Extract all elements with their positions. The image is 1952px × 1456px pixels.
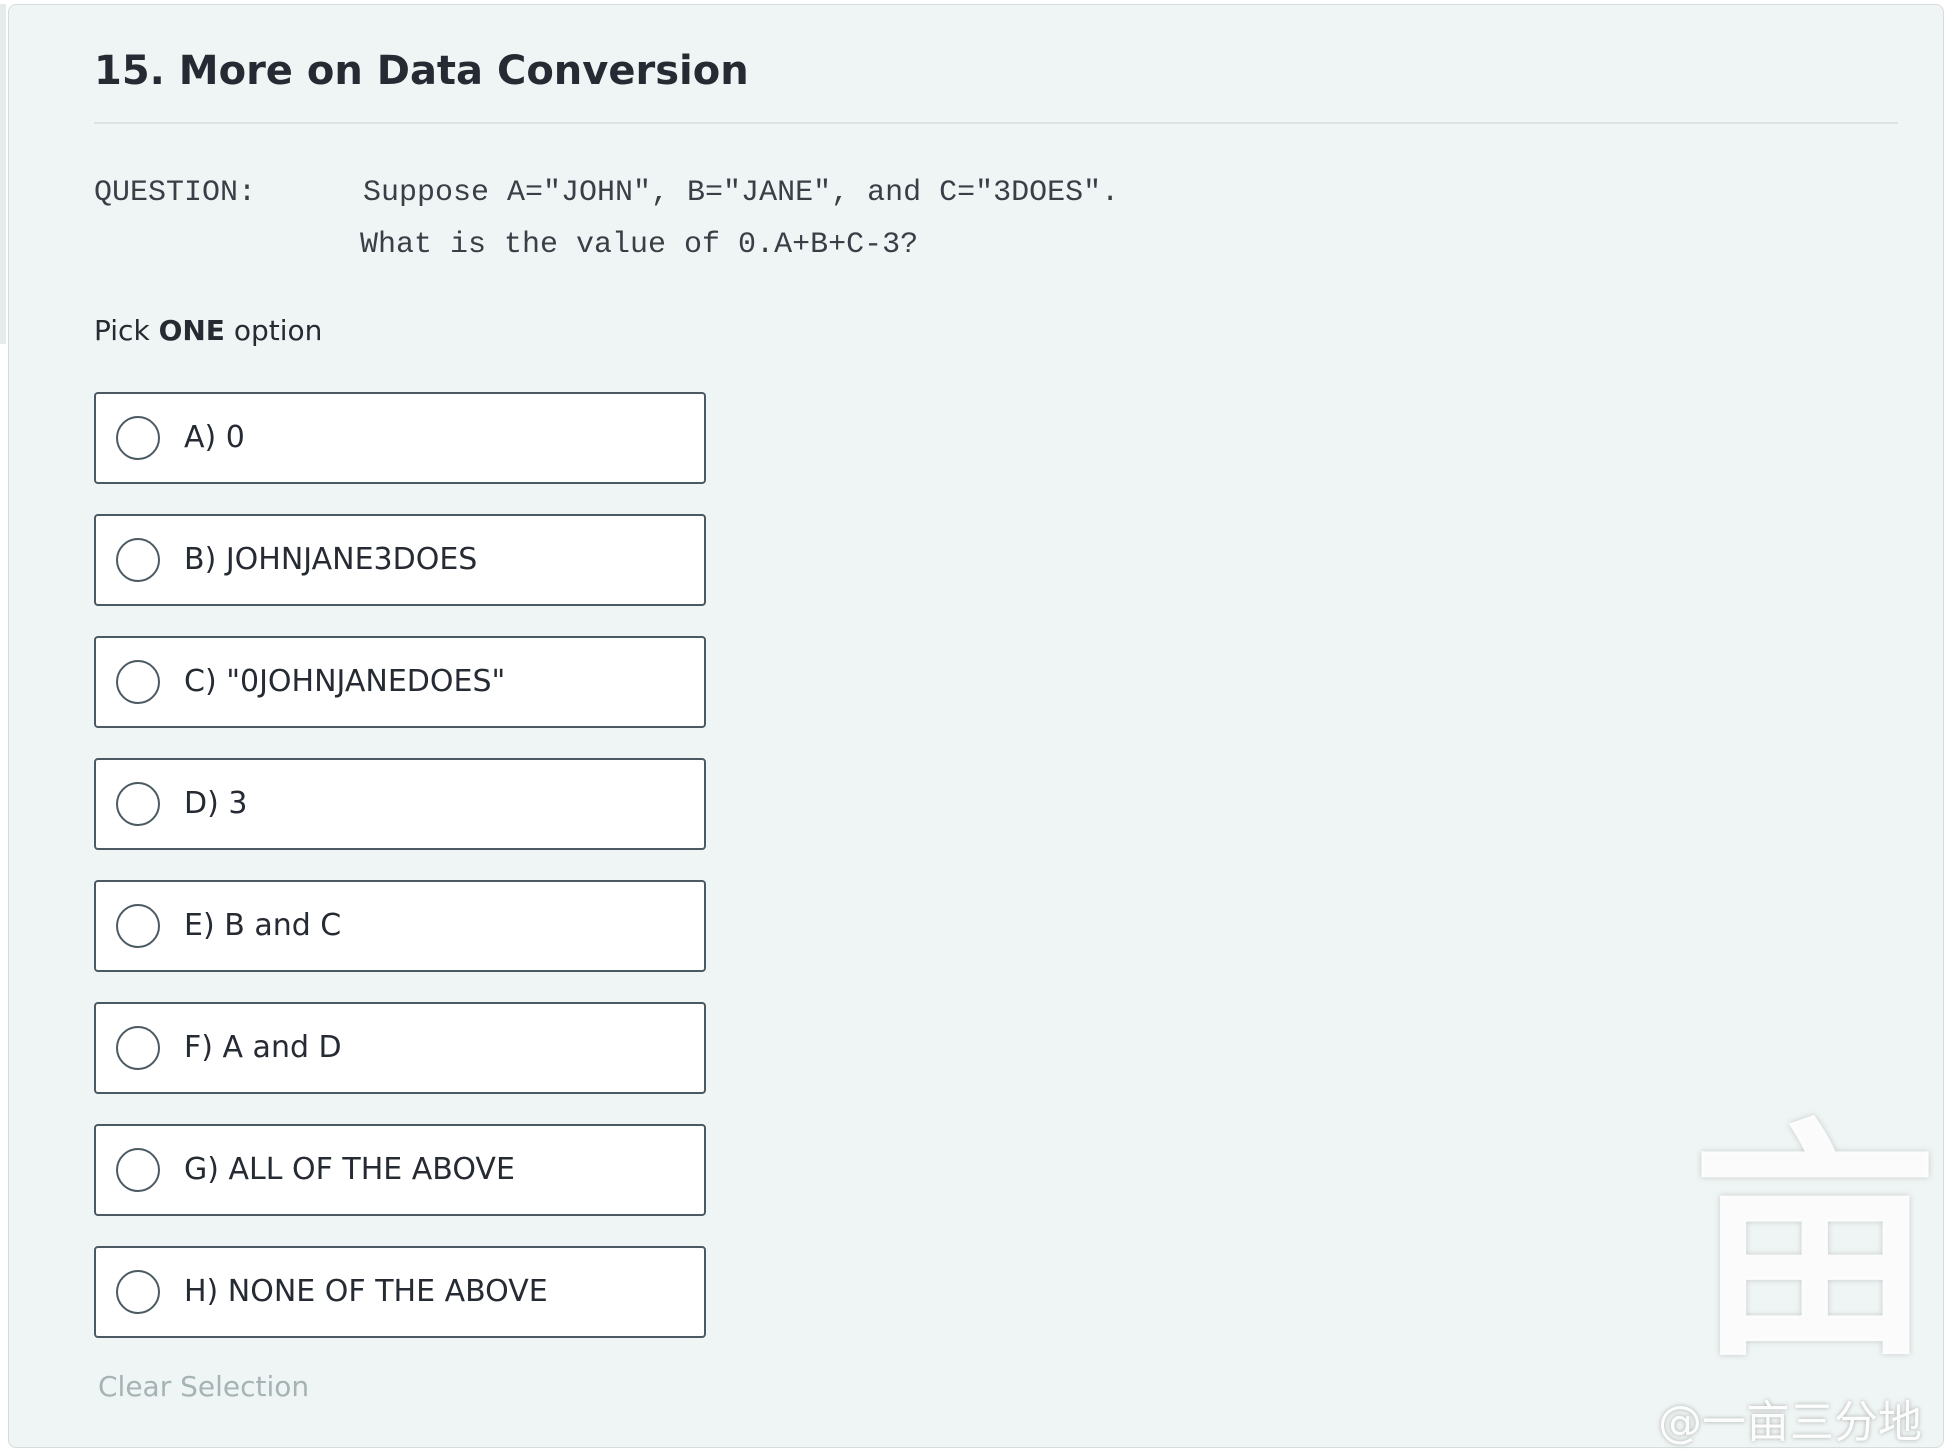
option-b-label: B) JOHNJANE3DOES — [184, 542, 478, 577]
option-a[interactable]: A) 0 — [94, 392, 706, 484]
watermark-text: @一亩三分地 — [1658, 1397, 1922, 1448]
question-text-line-1: Suppose A="JOHN", B="JANE", and C="3DOES… — [363, 176, 1120, 210]
radio-button-d[interactable] — [116, 782, 160, 826]
radio-button-g[interactable] — [116, 1148, 160, 1192]
radio-button-c[interactable] — [116, 660, 160, 704]
option-f[interactable]: F) A and D — [94, 1002, 706, 1094]
option-g[interactable]: G) ALL OF THE ABOVE — [94, 1124, 706, 1216]
radio-button-b[interactable] — [116, 538, 160, 582]
watermark: 亩 @一亩三分地 — [1650, 1120, 1950, 1456]
option-f-label: F) A and D — [184, 1030, 342, 1065]
option-e-label: E) B and C — [184, 908, 342, 943]
question-title: 15. More on Data Conversion — [94, 48, 749, 94]
title-divider — [94, 122, 1898, 124]
option-e[interactable]: E) B and C — [94, 880, 706, 972]
options-list: A) 0 B) JOHNJANE3DOES C) "0JOHNJANEDOES"… — [94, 392, 706, 1368]
left-edge-strip — [0, 4, 6, 344]
option-h-label: H) NONE OF THE ABOVE — [184, 1274, 548, 1309]
option-d-label: D) 3 — [184, 786, 248, 821]
instructions-suffix: option — [224, 314, 323, 347]
instructions-prefix: Pick — [94, 314, 159, 347]
option-g-label: G) ALL OF THE ABOVE — [184, 1152, 515, 1187]
question-text-line-2: What is the value of 0.A+B+C-3? — [360, 228, 919, 262]
option-c[interactable]: C) "0JOHNJANEDOES" — [94, 636, 706, 728]
option-b[interactable]: B) JOHNJANE3DOES — [94, 514, 706, 606]
instructions-emphasis: ONE — [158, 314, 225, 347]
radio-button-h[interactable] — [116, 1270, 160, 1314]
option-d[interactable]: D) 3 — [94, 758, 706, 850]
watermark-glyph: 亩 — [1690, 1099, 1940, 1390]
radio-button-e[interactable] — [116, 904, 160, 948]
option-h[interactable]: H) NONE OF THE ABOVE — [94, 1246, 706, 1338]
option-c-label: C) "0JOHNJANEDOES" — [184, 664, 506, 699]
option-a-label: A) 0 — [184, 420, 245, 455]
radio-button-f[interactable] — [116, 1026, 160, 1070]
radio-button-a[interactable] — [116, 416, 160, 460]
clear-selection-link[interactable]: Clear Selection — [98, 1370, 309, 1403]
question-label: QUESTION: — [94, 176, 257, 210]
pick-one-instructions: Pick ONE option — [94, 314, 322, 347]
